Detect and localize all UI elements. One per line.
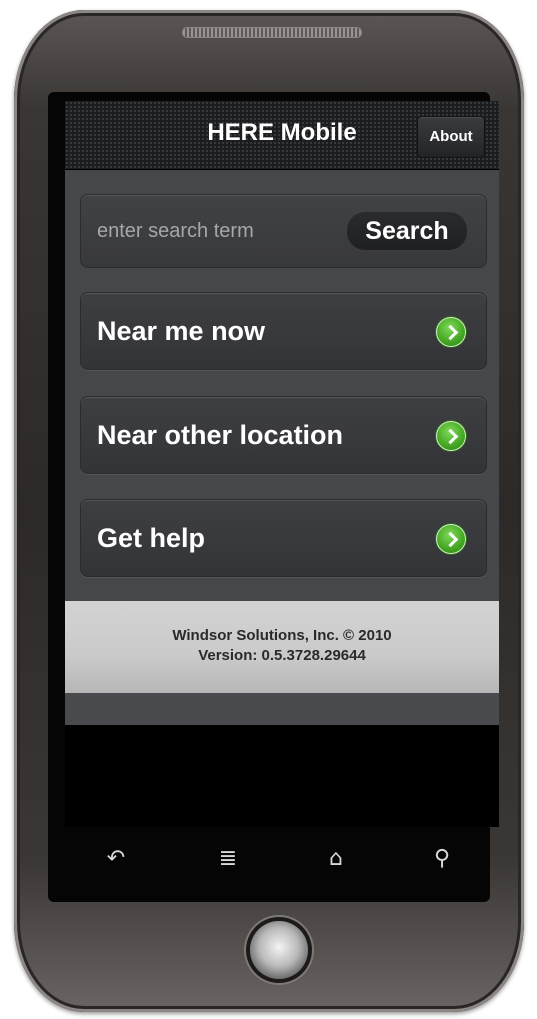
menu-item-near-other-location[interactable]: Near other location	[80, 396, 487, 474]
search-bar: Search	[80, 194, 487, 268]
chevron-right-circle-icon	[436, 317, 466, 347]
version-text: Version: 0.5.3728.29644	[198, 647, 366, 664]
title-bar: HERE Mobile About	[65, 101, 499, 170]
menu-item-get-help[interactable]: Get help	[80, 499, 487, 577]
footer-spacer	[65, 693, 499, 725]
softkey-bar: ↶ ≣ ⌂ ⚲	[65, 830, 499, 890]
menu-item-near-me-now[interactable]: Near me now	[80, 292, 487, 370]
menu-item-label: Near me now	[97, 316, 266, 346]
menu-icon[interactable]: ≣	[213, 844, 243, 874]
home-icon[interactable]: ⌂	[321, 844, 351, 874]
search-input[interactable]	[81, 195, 339, 267]
trackball-button[interactable]	[250, 921, 308, 979]
menu-item-label: Near other location	[97, 420, 344, 450]
search-icon[interactable]: ⚲	[427, 844, 457, 874]
chevron-right-circle-icon	[436, 421, 466, 451]
footer: Windsor Solutions, Inc. © 2010 Version: …	[65, 601, 499, 693]
back-icon[interactable]: ↶	[101, 844, 131, 874]
menu-item-label: Get help	[97, 523, 206, 553]
about-button[interactable]: About	[417, 116, 485, 158]
app-screen: HERE Mobile About Search Near me now Nea…	[65, 101, 499, 827]
main-content: Search Near me now Near other location G…	[65, 170, 499, 601]
copyright-text: Windsor Solutions, Inc. © 2010	[172, 627, 392, 644]
empty-screen-area	[65, 725, 499, 827]
earpiece-speaker	[182, 27, 362, 38]
chevron-right-circle-icon	[436, 524, 466, 554]
search-button[interactable]: Search	[347, 212, 467, 250]
